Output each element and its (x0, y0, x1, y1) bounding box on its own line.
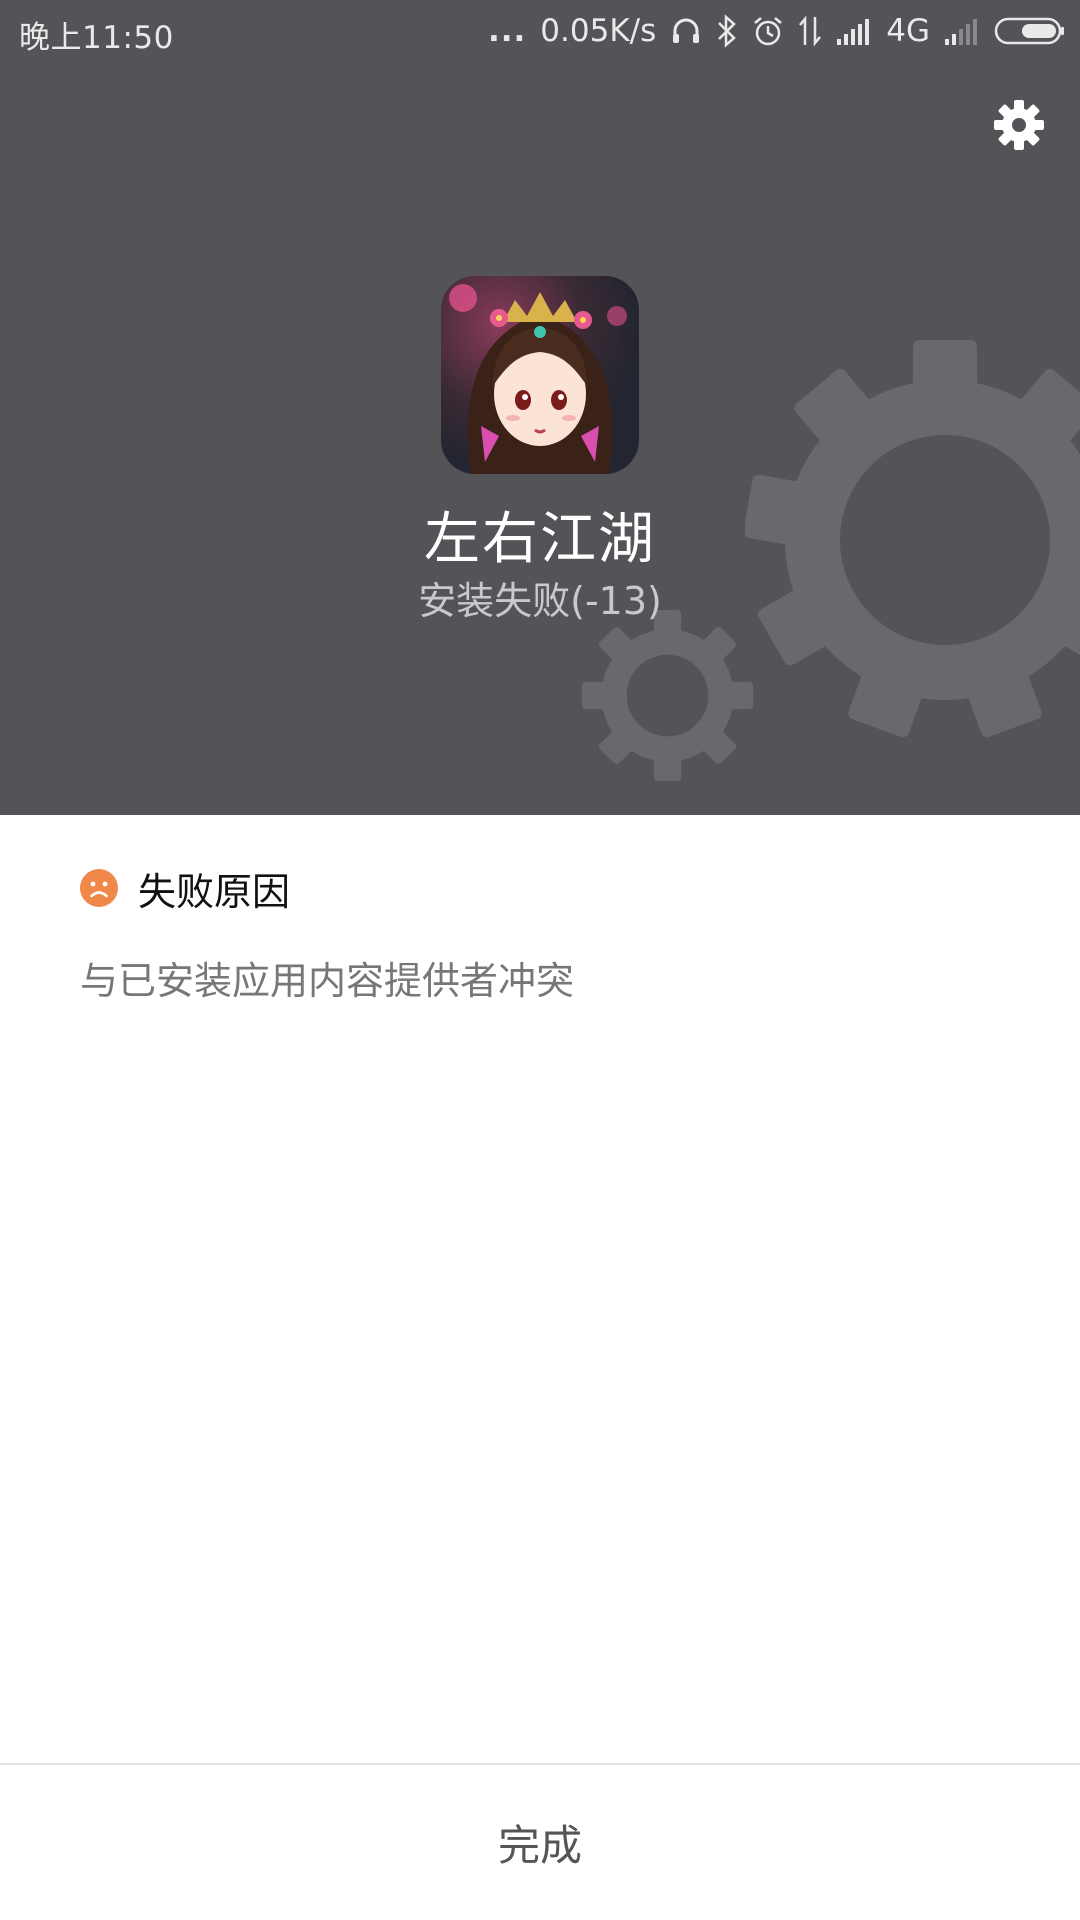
headphones-icon (670, 15, 702, 47)
failure-reason-title: 失败原因 (138, 869, 291, 914)
status-network-speed: 0.05K/s (540, 13, 657, 49)
alarm-icon (752, 15, 784, 47)
status-network-type: 4G (886, 13, 930, 49)
bluetooth-icon (716, 14, 738, 48)
gear-icon (994, 100, 1044, 150)
failure-reason-header: 失败原因 (80, 862, 1000, 914)
signal-weak-icon (944, 17, 980, 45)
signal-icon (836, 17, 872, 45)
failure-reason-section: 失败原因 与已安装应用内容提供者冲突 (80, 862, 1000, 1005)
status-icons: ... 0.05K/s 4G (488, 8, 1066, 54)
install-result-header: 晚上11:50 ... 0.05K/s 4G 左右江湖 安装失败(-13) (0, 0, 1080, 815)
done-button[interactable]: 完成 (0, 1765, 1080, 1920)
failure-reason-text: 与已安装应用内容提供者冲突 (80, 959, 575, 1003)
footer-bar: 完成 (0, 1763, 1080, 1920)
app-game-icon (441, 276, 639, 474)
app-name: 左右江湖 (424, 507, 656, 572)
status-more-indicator: ... (487, 13, 527, 49)
battery-icon (994, 16, 1066, 46)
status-bar: 晚上11:50 ... 0.05K/s 4G (0, 0, 1080, 62)
app-icon (441, 276, 639, 474)
sad-face-icon (80, 869, 118, 907)
install-status: 安装失败(-13) (418, 579, 662, 623)
status-time: 晚上11:50 (19, 20, 174, 56)
settings-button[interactable] (992, 98, 1046, 152)
data-transfer-icon (798, 15, 822, 47)
small-gear-decoration-icon (581, 609, 754, 782)
